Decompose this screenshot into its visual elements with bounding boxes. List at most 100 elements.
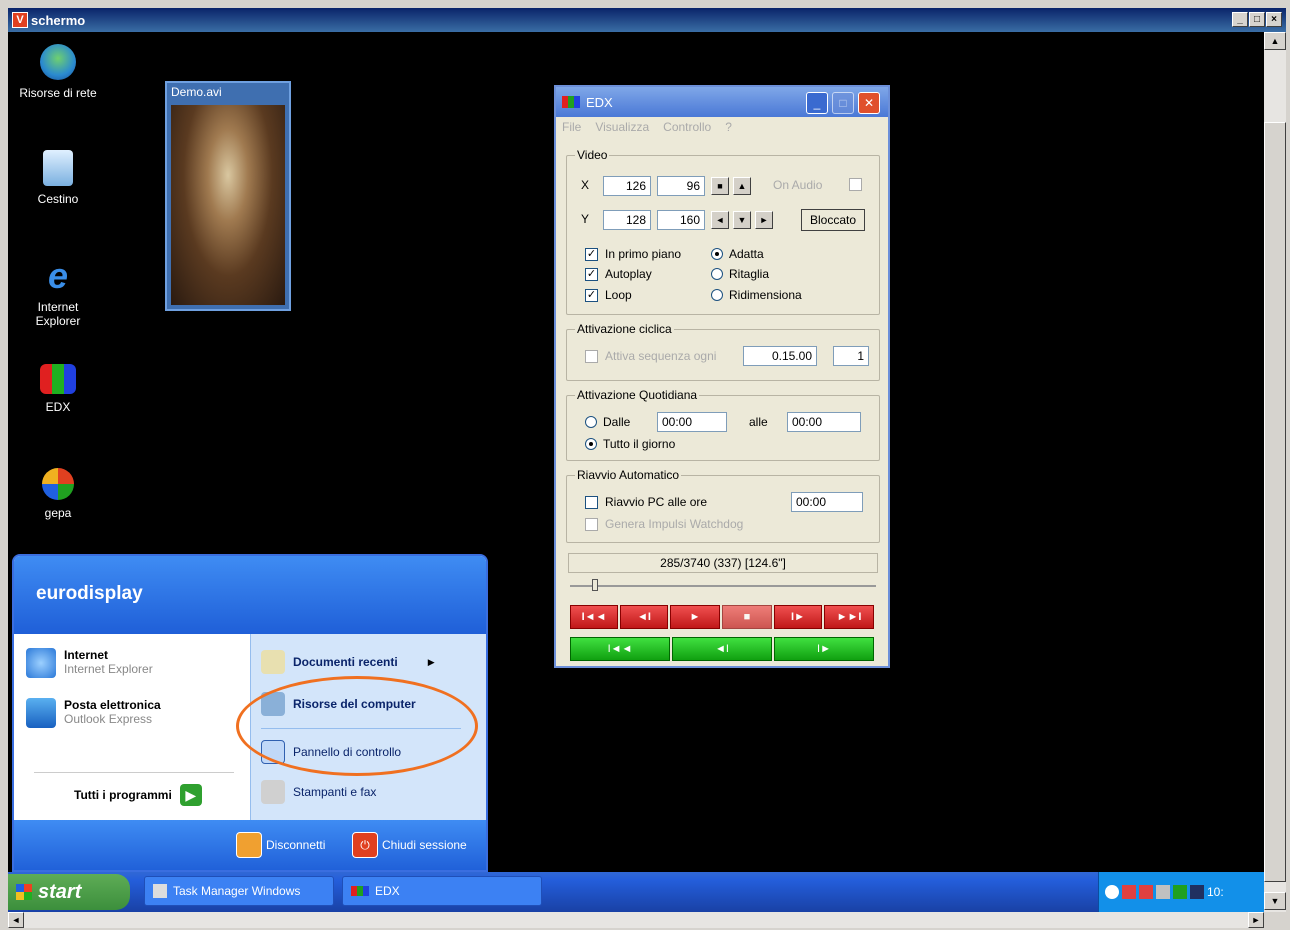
network-tray-icon[interactable]	[1122, 885, 1136, 899]
last-frame-button[interactable]: ►►I	[824, 605, 874, 629]
start-item-label: Stampanti e fax	[293, 785, 377, 799]
disconnetti-button[interactable]: Disconnetti	[236, 832, 325, 858]
attiva-sequenza-checkbox[interactable]	[585, 350, 598, 363]
outer-window-titlebar[interactable]: V schermo _ □ ×	[8, 8, 1286, 32]
on-audio-checkbox[interactable]	[849, 178, 862, 191]
maximize-button[interactable]: □	[1249, 12, 1265, 27]
left-arrow-button[interactable]: ◄	[711, 211, 729, 229]
task-label: Task Manager Windows	[173, 884, 301, 898]
dalle-time-field[interactable]: 00:00	[657, 412, 727, 432]
start-item-documenti-recenti[interactable]: Documenti recenti ▶	[261, 650, 435, 674]
minimize-button[interactable]: _	[1232, 12, 1248, 27]
system-tray: 10:	[1098, 872, 1264, 912]
x1-field[interactable]: 126	[603, 176, 651, 196]
chiudi-label: Chiudi sessione	[382, 838, 467, 852]
y1-field[interactable]: 128	[603, 210, 651, 230]
ridimensiona-radio[interactable]	[711, 289, 723, 301]
loop-checkbox[interactable]: ✓	[585, 289, 598, 302]
riavvio-time-field[interactable]: 00:00	[791, 492, 863, 512]
vertical-scrollbar[interactable]: ▲ ▼	[1264, 32, 1286, 912]
next-frame-button[interactable]: I►	[774, 605, 822, 629]
menu-help[interactable]: ?	[725, 120, 732, 134]
edx-close-button[interactable]: ✕	[858, 92, 880, 114]
demo-video-window[interactable]: Demo.avi	[165, 81, 291, 311]
menu-visualizza[interactable]: Visualizza	[595, 120, 649, 134]
desktop-icon-label: EDX	[45, 400, 71, 414]
ciclica-time-field[interactable]: 0.15.00	[743, 346, 817, 366]
watchdog-label: Genera Impulsi Watchdog	[605, 517, 744, 531]
edx-window[interactable]: EDX _ □ ✕ File Visualizza Controllo ? Vi…	[554, 85, 890, 668]
adatta-radio[interactable]	[711, 248, 723, 260]
remote-screen[interactable]: Risorse di rete Cestino e Internet Explo…	[8, 32, 1264, 912]
desktop-icon-gepa[interactable]: gepa	[13, 468, 103, 520]
up-arrow-button[interactable]: ▲	[733, 177, 751, 195]
desktop-icon-label: Internet Explorer	[35, 300, 81, 328]
horizontal-scrollbar[interactable]: ◄ ►	[8, 912, 1264, 928]
seek-slider-thumb[interactable]	[592, 579, 598, 591]
scroll-left-button[interactable]: ◄	[8, 912, 24, 928]
highlight-circle	[236, 676, 478, 776]
edx-icon	[40, 364, 76, 394]
right-arrow-button[interactable]: ►	[755, 211, 773, 229]
y2-field[interactable]: 160	[657, 210, 705, 230]
bloccato-button[interactable]: Bloccato	[801, 209, 865, 231]
start-button[interactable]: start	[8, 874, 130, 910]
network-tray-icon[interactable]	[1139, 885, 1153, 899]
edx-titlebar[interactable]: EDX _ □ ✕	[556, 87, 888, 117]
green-first-button[interactable]: I◄◄	[570, 637, 670, 661]
ritaglia-radio[interactable]	[711, 268, 723, 280]
status-bar: 285/3740 (337) [124.6"]	[568, 553, 878, 573]
play-button[interactable]: ►	[670, 605, 720, 629]
riavvio-pc-checkbox[interactable]	[585, 496, 598, 509]
scroll-thumb[interactable]	[1264, 122, 1286, 882]
alle-time-field[interactable]: 00:00	[787, 412, 861, 432]
v-app-icon[interactable]	[1173, 885, 1187, 899]
autoplay-checkbox[interactable]: ✓	[585, 268, 598, 281]
menu-controllo[interactable]: Controllo	[663, 120, 711, 134]
green-prev-button[interactable]: ◄I	[672, 637, 772, 661]
desktop-icon-internet-explorer[interactable]: e Internet Explorer	[13, 258, 103, 329]
msn-icon	[42, 468, 74, 500]
edx-logo-icon	[562, 96, 580, 108]
start-item-stampanti[interactable]: Stampanti e fax	[261, 780, 376, 804]
ridimensiona-label: Ridimensiona	[729, 288, 802, 302]
down-arrow-button[interactable]: ▼	[733, 211, 751, 229]
edx-maximize-button[interactable]: □	[832, 92, 854, 114]
outlook-icon	[26, 698, 56, 728]
attiva-sequenza-label: Attiva sequenza ogni	[605, 349, 717, 363]
tray-expand-icon[interactable]	[1105, 885, 1119, 899]
x2-field[interactable]: 96	[657, 176, 705, 196]
start-item-label: Documenti recenti	[293, 655, 398, 669]
monitor-icon[interactable]	[1190, 885, 1204, 899]
stop-small-button[interactable]: ■	[711, 177, 729, 195]
start-item-internet[interactable]: Internet Internet Explorer	[26, 648, 153, 678]
desktop-icon-recycle-bin[interactable]: Cestino	[13, 150, 103, 206]
start-item-email[interactable]: Posta elettronica Outlook Express	[26, 698, 161, 728]
all-programs-button[interactable]: Tutti i programmi ▶	[74, 784, 202, 806]
start-menu-user: eurodisplay	[14, 556, 486, 634]
task-edx[interactable]: EDX	[342, 876, 542, 906]
in-primo-piano-checkbox[interactable]: ✓	[585, 248, 598, 261]
task-task-manager[interactable]: Task Manager Windows	[144, 876, 334, 906]
scroll-up-button[interactable]: ▲	[1264, 32, 1286, 50]
desktop-icon-label: Cestino	[37, 192, 79, 206]
watchdog-checkbox[interactable]	[585, 518, 598, 531]
quotidiana-group-label: Attivazione Quotidiana	[575, 388, 700, 402]
first-frame-button[interactable]: I◄◄	[570, 605, 618, 629]
desktop-icon-network[interactable]: Risorse di rete	[13, 44, 103, 100]
desktop-icon-edx[interactable]: EDX	[13, 364, 103, 414]
chiudi-sessione-button[interactable]: ⏻ Chiudi sessione	[352, 832, 467, 858]
dalle-radio[interactable]	[585, 416, 597, 428]
ciclica-count-field[interactable]: 1	[833, 346, 869, 366]
scroll-down-button[interactable]: ▼	[1264, 892, 1286, 910]
tutto-il-giorno-radio[interactable]	[585, 438, 597, 450]
menu-file[interactable]: File	[562, 120, 581, 134]
start-label: start	[38, 880, 82, 903]
green-next-button[interactable]: I►	[774, 637, 874, 661]
scroll-right-button[interactable]: ►	[1248, 912, 1264, 928]
stop-button[interactable]: ■	[722, 605, 772, 629]
prev-frame-button[interactable]: ◄I	[620, 605, 668, 629]
close-button[interactable]: ×	[1266, 12, 1282, 27]
edx-minimize-button[interactable]: _	[806, 92, 828, 114]
speaker-icon[interactable]	[1156, 885, 1170, 899]
